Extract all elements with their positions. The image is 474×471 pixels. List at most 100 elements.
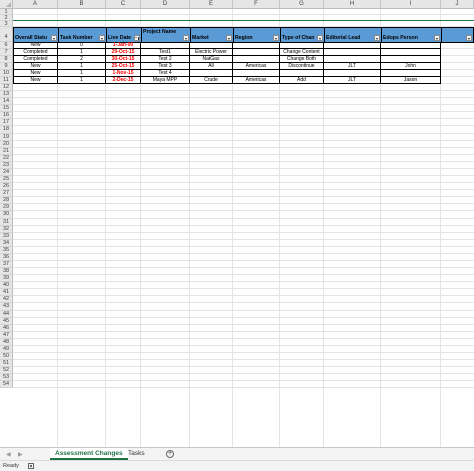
table-cell[interactable] <box>280 70 324 77</box>
table-cell[interactable]: New <box>13 77 58 84</box>
table-header-cell[interactable]: Overall Statu <box>13 27 59 43</box>
row-header-8[interactable]: 8 <box>0 56 13 63</box>
row-header-43[interactable]: 43 <box>0 303 13 311</box>
table-cell[interactable]: All <box>190 63 233 70</box>
column-header-f[interactable]: F <box>233 0 280 9</box>
row-header-13[interactable]: 13 <box>0 91 13 99</box>
table-cell[interactable]: 1-Nov-15 <box>106 70 141 77</box>
tab-tasks[interactable]: Tasks <box>123 448 150 460</box>
table-cell[interactable] <box>280 42 324 49</box>
filter-dropdown-icon[interactable] <box>466 35 472 41</box>
table-cell[interactable]: 25-Oct-15 <box>106 63 141 70</box>
table-cell[interactable]: Americas <box>233 77 280 84</box>
table-cell[interactable]: 1 <box>58 77 106 84</box>
table-cell[interactable] <box>233 49 280 56</box>
table-cell[interactable]: 29-Oct-15 <box>106 49 141 56</box>
row-header-35[interactable]: 35 <box>0 246 13 254</box>
table-cell[interactable]: Add <box>280 77 324 84</box>
row-header-50[interactable]: 50 <box>0 353 13 361</box>
table-header-cell[interactable]: Live Date <box>106 27 142 43</box>
row-header-18[interactable]: 18 <box>0 126 13 134</box>
filter-dropdown-icon[interactable] <box>226 35 232 41</box>
table-header-cell[interactable]: Region <box>233 27 281 43</box>
table-cell[interactable]: New <box>13 63 58 70</box>
table-cell[interactable]: 1 <box>58 49 106 56</box>
row-header-32[interactable]: 32 <box>0 225 13 233</box>
table-header-cell[interactable]: Type of Chan <box>280 27 325 43</box>
table-cell[interactable]: Change Both <box>280 56 324 63</box>
table-cell[interactable] <box>324 42 381 49</box>
row-header-41[interactable]: 41 <box>0 289 13 297</box>
row-header-23[interactable]: 23 <box>0 161 13 169</box>
row-header-48[interactable]: 48 <box>0 338 13 346</box>
table-cell[interactable]: Americas <box>233 63 280 70</box>
table-cell[interactable]: 1 <box>58 63 106 70</box>
table-header-cell[interactable]: Project Name <box>141 27 191 43</box>
table-cell[interactable] <box>381 42 441 49</box>
tab-assessment-changes[interactable]: Assessment Changes <box>50 448 128 460</box>
column-header-d[interactable]: D <box>141 0 190 9</box>
column-header-e[interactable]: E <box>190 0 233 9</box>
table-cell[interactable]: 30-Oct-15 <box>106 56 141 63</box>
row-header-53[interactable]: 53 <box>0 374 13 382</box>
row-header-25[interactable]: 25 <box>0 176 13 184</box>
column-header-c[interactable]: C <box>106 0 141 9</box>
row-header-17[interactable]: 17 <box>0 119 13 127</box>
table-cell[interactable] <box>381 70 441 77</box>
row-header-14[interactable]: 14 <box>0 98 13 106</box>
table-cell[interactable]: Discontinue <box>280 63 324 70</box>
row-header-47[interactable]: 47 <box>0 331 13 339</box>
column-header-h[interactable]: H <box>324 0 381 9</box>
table-cell[interactable]: Test1 <box>141 49 190 56</box>
filter-dropdown-icon[interactable] <box>99 35 105 41</box>
table-header-cell[interactable]: Task Number <box>58 27 107 43</box>
row-header-20[interactable]: 20 <box>0 140 13 148</box>
row-header-24[interactable]: 24 <box>0 168 13 177</box>
row-header-21[interactable]: 21 <box>0 147 13 155</box>
row-header-4[interactable]: 4 <box>0 27 13 42</box>
row-header-22[interactable]: 22 <box>0 154 13 162</box>
table-cell[interactable]: Test 4 <box>141 70 190 77</box>
row-header-15[interactable]: 15 <box>0 105 13 113</box>
row-header-30[interactable]: 30 <box>0 211 13 219</box>
tab-scroll-left-icon[interactable]: ◀ <box>6 451 11 458</box>
table-cell[interactable]: Completed <box>13 49 58 56</box>
filter-dropdown-icon[interactable] <box>51 35 57 41</box>
table-cell[interactable]: Crude <box>190 77 233 84</box>
table-cell[interactable] <box>324 56 381 63</box>
row-header-52[interactable]: 52 <box>0 367 13 375</box>
table-cell[interactable]: JLT <box>324 63 381 70</box>
filter-dropdown-icon[interactable] <box>317 35 323 41</box>
row-header-54[interactable]: 54 <box>0 381 13 389</box>
column-header-b[interactable]: B <box>58 0 106 9</box>
table-cell[interactable]: Maya MPP <box>141 77 190 84</box>
row-header-51[interactable]: 51 <box>0 360 13 368</box>
table-cell[interactable]: New <box>13 42 58 49</box>
filter-dropdown-icon[interactable] <box>434 35 440 41</box>
row-header-42[interactable]: 42 <box>0 296 13 304</box>
table-cell[interactable]: Electric Power <box>190 49 233 56</box>
column-header-j[interactable]: J <box>441 0 474 9</box>
table-header-cell[interactable]: Edops Person <box>381 27 442 43</box>
column-header-i[interactable]: I <box>381 0 441 9</box>
row-header-33[interactable]: 33 <box>0 232 13 240</box>
row-header-28[interactable]: 28 <box>0 197 13 205</box>
row-header-37[interactable]: 37 <box>0 261 13 269</box>
table-cell[interactable] <box>381 56 441 63</box>
table-cell[interactable] <box>190 42 233 49</box>
plus-circle-icon[interactable]: + <box>166 450 174 458</box>
row-header-49[interactable]: 49 <box>0 345 13 354</box>
table-cell[interactable]: New <box>13 70 58 77</box>
table-cell[interactable] <box>141 42 190 49</box>
row-header-11[interactable]: 11 <box>0 77 13 84</box>
row-header-31[interactable]: 31 <box>0 218 13 226</box>
filter-dropdown-icon[interactable] <box>183 35 189 41</box>
table-cell[interactable]: 1-Jan-00 <box>106 42 141 49</box>
row-header-19[interactable]: 19 <box>0 133 13 141</box>
row-header-26[interactable]: 26 <box>0 183 13 191</box>
table-cell[interactable] <box>381 49 441 56</box>
select-all-corner[interactable] <box>0 0 13 9</box>
row-header-9[interactable]: 9 <box>0 63 13 70</box>
column-header-a[interactable]: A <box>13 0 58 9</box>
filter-dropdown-icon[interactable] <box>134 35 140 41</box>
